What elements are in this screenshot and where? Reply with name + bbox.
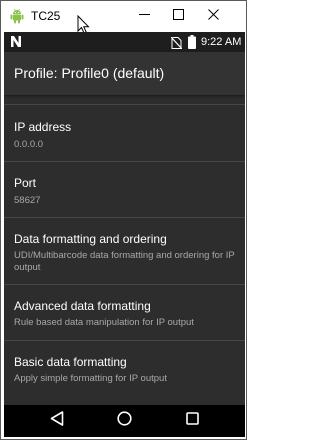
list-item-title: Port — [14, 176, 37, 190]
close-icon — [207, 7, 219, 25]
list-item-title: Advanced data formatting — [14, 299, 151, 313]
window-title: TC25 — [31, 9, 61, 23]
navigation-bar — [4, 405, 245, 437]
emulator-window: TC25 9:22 AM Profile: Profile0 (default)… — [0, 0, 247, 440]
android-icon — [10, 8, 24, 24]
back-button[interactable] — [45, 409, 69, 433]
list-item-title: Data formatting and ordering — [14, 232, 167, 246]
minimize-button[interactable] — [127, 1, 161, 31]
list-item-subtitle: Apply simple formatting for IP output — [14, 373, 167, 384]
device-screen: 9:22 AM Profile: Profile0 (default) IP a… — [4, 32, 245, 437]
maximize-button[interactable] — [161, 1, 195, 31]
home-icon — [116, 411, 132, 431]
list-item-subtitle: 0.0.0.0 — [14, 139, 44, 150]
maximize-icon — [172, 7, 184, 25]
status-bar: 9:22 AM — [4, 32, 245, 52]
list-item-subtitle: 58627 — [14, 195, 41, 206]
back-icon — [50, 411, 64, 431]
recent-apps-button[interactable] — [180, 409, 204, 433]
list-item-basic-data-formatting[interactable]: Basic data formatting Apply simple forma… — [4, 341, 245, 405]
notification-n-icon — [10, 35, 22, 48]
list-item-port[interactable]: Port 58627 — [4, 162, 245, 218]
list-item-ip-address[interactable]: IP address 0.0.0.0 — [4, 105, 245, 162]
list-item-partial — [4, 95, 245, 105]
battery-icon — [188, 35, 196, 49]
recent-apps-icon — [185, 412, 199, 430]
close-button[interactable] — [196, 1, 230, 31]
window-titlebar: TC25 — [1, 1, 246, 34]
list-item-title: Basic data formatting — [14, 355, 127, 369]
minimize-icon — [138, 7, 150, 25]
status-time: 9:22 AM — [201, 36, 242, 48]
page-title: Profile: Profile0 (default) — [14, 65, 165, 81]
list-item-subtitle: Rule based data manipulation for IP outp… — [14, 317, 194, 328]
list-item-title: IP address — [14, 120, 72, 134]
list-item-data-formatting-ordering[interactable]: Data formatting and ordering UDI/Multiba… — [4, 218, 245, 285]
list-item-advanced-data-formatting[interactable]: Advanced data formatting Rule based data… — [4, 285, 245, 341]
settings-list[interactable]: IP address 0.0.0.0 Port 58627 Data forma… — [4, 95, 245, 405]
list-item-subtitle: UDI/Multibarcode data formatting and ord… — [14, 250, 235, 273]
app-bar: Profile: Profile0 (default) — [4, 52, 245, 95]
no-sim-icon — [170, 36, 183, 50]
home-button[interactable] — [112, 409, 136, 433]
